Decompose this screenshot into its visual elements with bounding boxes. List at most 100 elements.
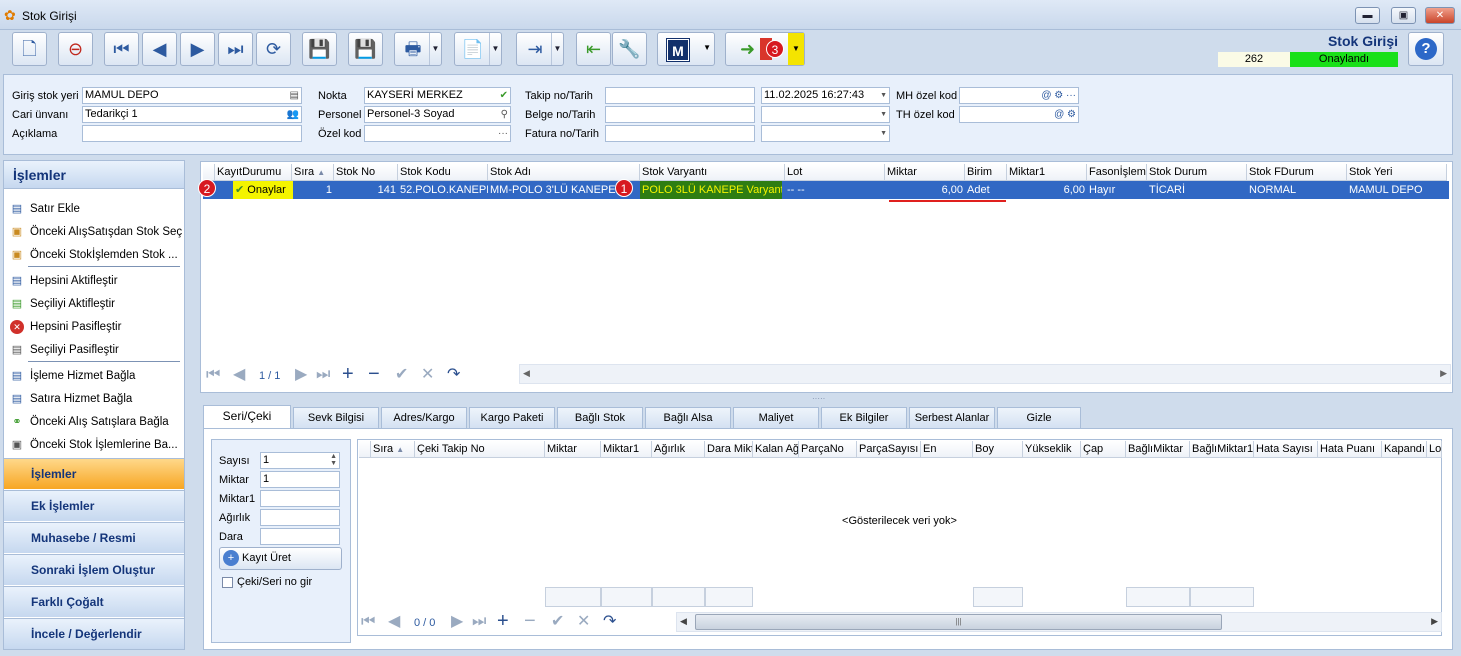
undo-icon[interactable]: ↷: [447, 366, 460, 384]
cell-stok-durum[interactable]: TİCARİ: [1147, 181, 1247, 199]
tab-bagli-stok[interactable]: Bağlı Stok: [557, 407, 643, 428]
save-close-button[interactable]: 💾: [348, 32, 383, 66]
m-button[interactable]: M ▼: [657, 32, 715, 66]
cell-kayit-durumu[interactable]: ✔ Onaylar: [233, 181, 293, 199]
sidebar-item-onceki-stok-islem[interactable]: ▣ Önceki Stokİşlemden Stok ...: [8, 244, 184, 266]
subcol-boy[interactable]: Boy: [973, 441, 1023, 458]
cell-miktar[interactable]: 6,00: [885, 181, 965, 199]
subcol-sira[interactable]: Sıra ▲: [371, 441, 415, 458]
at-icon[interactable]: @ ⚙: [1054, 107, 1076, 122]
chevron-down-icon[interactable]: ▼: [489, 33, 501, 65]
sidebar-item-hepsini-pasiflestir[interactable]: ✕ Hepsini Pasifleştir: [8, 316, 184, 338]
ceki-seri-checkbox[interactable]: [222, 577, 233, 588]
sidebar-item-satir-ekle[interactable]: ▤ Satır Ekle: [8, 198, 184, 220]
col-lot[interactable]: Lot: [785, 164, 885, 181]
sidebar-item-hepsini-aktiflestir[interactable]: ▤ Hepsini Aktifleştir: [8, 270, 184, 292]
scroll-right-icon[interactable]: ▶: [1440, 368, 1447, 379]
subcol-agirlik[interactable]: Ağırlık: [652, 441, 705, 458]
pdf-button[interactable]: 📄 ▼: [454, 32, 502, 66]
nav-muhasebe[interactable]: Muhasebe / Resmi İşlemler: [4, 522, 184, 576]
miktar1-field[interactable]: [260, 490, 340, 507]
last-page-icon[interactable]: ⏭: [472, 613, 486, 631]
tools-button[interactable]: 🔧: [612, 32, 647, 66]
grid-horizontal-scrollbar[interactable]: ◀ ▶: [519, 364, 1451, 384]
col-fason-islem[interactable]: Fasonİşlem: [1087, 164, 1147, 181]
add-icon[interactable]: +: [497, 611, 509, 631]
sayisi-stepper[interactable]: 1 ▲ ▼: [260, 452, 340, 469]
next-page-icon[interactable]: ▶: [295, 366, 307, 384]
tab-sevk-bilgisi[interactable]: Sevk Bilgisi: [293, 407, 379, 428]
col-birim[interactable]: Birim: [965, 164, 1007, 181]
cell-lot[interactable]: -- --: [785, 181, 885, 199]
subcol-bagli-miktar1[interactable]: BağlıMiktar1: [1190, 441, 1254, 458]
agirlik-field[interactable]: [260, 509, 340, 526]
person-search-icon[interactable]: ⚲: [501, 107, 508, 122]
chevron-down-icon[interactable]: ▼: [703, 43, 711, 52]
nokta-field[interactable]: KAYSERİ MERKEZ ✔: [364, 87, 511, 104]
subcol-lo[interactable]: Lo: [1427, 441, 1442, 458]
first-page-icon[interactable]: ⏮: [361, 613, 375, 631]
sidebar-item-onceki-alis-satislara-bagla[interactable]: ⚭ Önceki Alış Satışlara Bağla: [8, 411, 184, 433]
new-record-button[interactable]: 🗋: [12, 32, 47, 66]
subcol-parca-sayisi[interactable]: ParçaSayısı: [857, 441, 921, 458]
subcol-kapandi[interactable]: Kapandı: [1382, 441, 1427, 458]
confirm-icon[interactable]: ✔: [551, 613, 564, 631]
prev-page-icon[interactable]: ◀: [233, 366, 245, 384]
col-kayit-durumu[interactable]: KayıtDurumu: [215, 164, 292, 181]
takip-tarih-field[interactable]: 11.02.2025 16:27:43 ▼: [761, 87, 890, 104]
belge-no-field[interactable]: [605, 106, 755, 123]
refresh-button[interactable]: ⟳: [256, 32, 291, 66]
subgrid-horizontal-scrollbar[interactable]: ◀ ||| ▶: [676, 612, 1442, 632]
sidebar-item-onceki-alis-satis[interactable]: ▣ Önceki AlışSatışdan Stok Seç: [8, 221, 184, 243]
subcol-hata-puani[interactable]: Hata Puanı: [1318, 441, 1382, 458]
first-page-icon[interactable]: ⏮: [206, 366, 220, 384]
delete-record-button[interactable]: ⊖: [58, 32, 93, 66]
mh-ozel-kod-field[interactable]: @ ⚙ ···: [959, 87, 1079, 104]
nav-islemler[interactable]: İşlemler: [4, 458, 184, 489]
cell-birim[interactable]: Adet: [965, 181, 1007, 199]
tab-bagli-alsa[interactable]: Bağlı Alsa: [645, 407, 731, 428]
cell-stok-varyanti[interactable]: POLO 3LÜ KANEPE Varyantı: [640, 181, 782, 199]
chevron-down-icon[interactable]: ▼: [880, 126, 887, 141]
import-button[interactable]: ⇤: [576, 32, 611, 66]
print-button[interactable]: 🖶 ▼: [394, 32, 442, 66]
table-row[interactable]: ✔ Onaylar 1 141 52.POLO.KANEPE MM-POLO 3…: [203, 181, 1449, 199]
nav-incele[interactable]: İncele / Değerlendir: [4, 618, 184, 649]
sidebar-item-seciliyi-pasiflestir[interactable]: ▤ Seçiliyi Pasifleştir: [8, 339, 184, 361]
subcol-bagli-miktar[interactable]: BağlıMiktar: [1126, 441, 1190, 458]
add-icon[interactable]: +: [342, 364, 354, 384]
col-stok-durum[interactable]: Stok Durum: [1147, 164, 1247, 181]
subcol-dara-miktari[interactable]: Dara Mikt: [705, 441, 753, 458]
nav-ek-islemler[interactable]: Ek İşlemler: [4, 490, 184, 521]
chevron-down-icon[interactable]: ▼: [429, 33, 441, 65]
col-stok-yeri[interactable]: Stok Yeri: [1347, 164, 1447, 181]
giris-stok-yeri-field[interactable]: MAMUL DEPO ▤: [82, 87, 302, 104]
cell-sira[interactable]: 1: [292, 181, 334, 199]
splitter-grip[interactable]: ·····: [812, 394, 825, 403]
exit-button[interactable]: ➜ 3 ▼: [725, 32, 805, 66]
previous-record-button[interactable]: ◀: [142, 32, 177, 66]
check-icon[interactable]: ✔: [500, 88, 508, 103]
nav-sonraki-islem[interactable]: Sonraki İşlem Oluştur: [4, 554, 184, 585]
tab-seri-ceki[interactable]: Seri/Çeki: [203, 405, 291, 429]
scroll-right-icon[interactable]: ▶: [1431, 616, 1438, 627]
cell-stok-fdurum[interactable]: NORMAL: [1247, 181, 1347, 199]
sidebar-item-onceki-stok-islemlerine-bagla[interactable]: ▣ Önceki Stok İşlemlerine Ba...: [8, 434, 184, 456]
fatura-no-field[interactable]: [605, 125, 755, 142]
col-miktar1[interactable]: Miktar1: [1007, 164, 1087, 181]
cell-stok-no[interactable]: 141: [334, 181, 398, 199]
tab-gizle[interactable]: Gizle: [997, 407, 1081, 428]
last-record-button[interactable]: ⏭: [218, 32, 253, 66]
at-icon[interactable]: @ ⚙ ···: [1041, 88, 1076, 103]
kayit-uret-button[interactable]: + Kayıt Üret: [219, 547, 342, 570]
cell-fason[interactable]: Hayır: [1087, 181, 1147, 199]
scroll-left-icon[interactable]: ◀: [680, 616, 687, 627]
cell-stok-kodu[interactable]: 52.POLO.KANEPE: [398, 181, 488, 199]
next-record-button[interactable]: ▶: [180, 32, 215, 66]
subcol-ceki-takip-no[interactable]: Çeki Takip No: [415, 441, 545, 458]
col-stok-adi[interactable]: Stok Adı: [488, 164, 640, 181]
scroll-left-icon[interactable]: ◀: [523, 368, 530, 379]
cell-miktar1[interactable]: 6,00: [1007, 181, 1087, 199]
subcol-cap[interactable]: Çap: [1081, 441, 1126, 458]
col-stok-kodu[interactable]: Stok Kodu: [398, 164, 488, 181]
